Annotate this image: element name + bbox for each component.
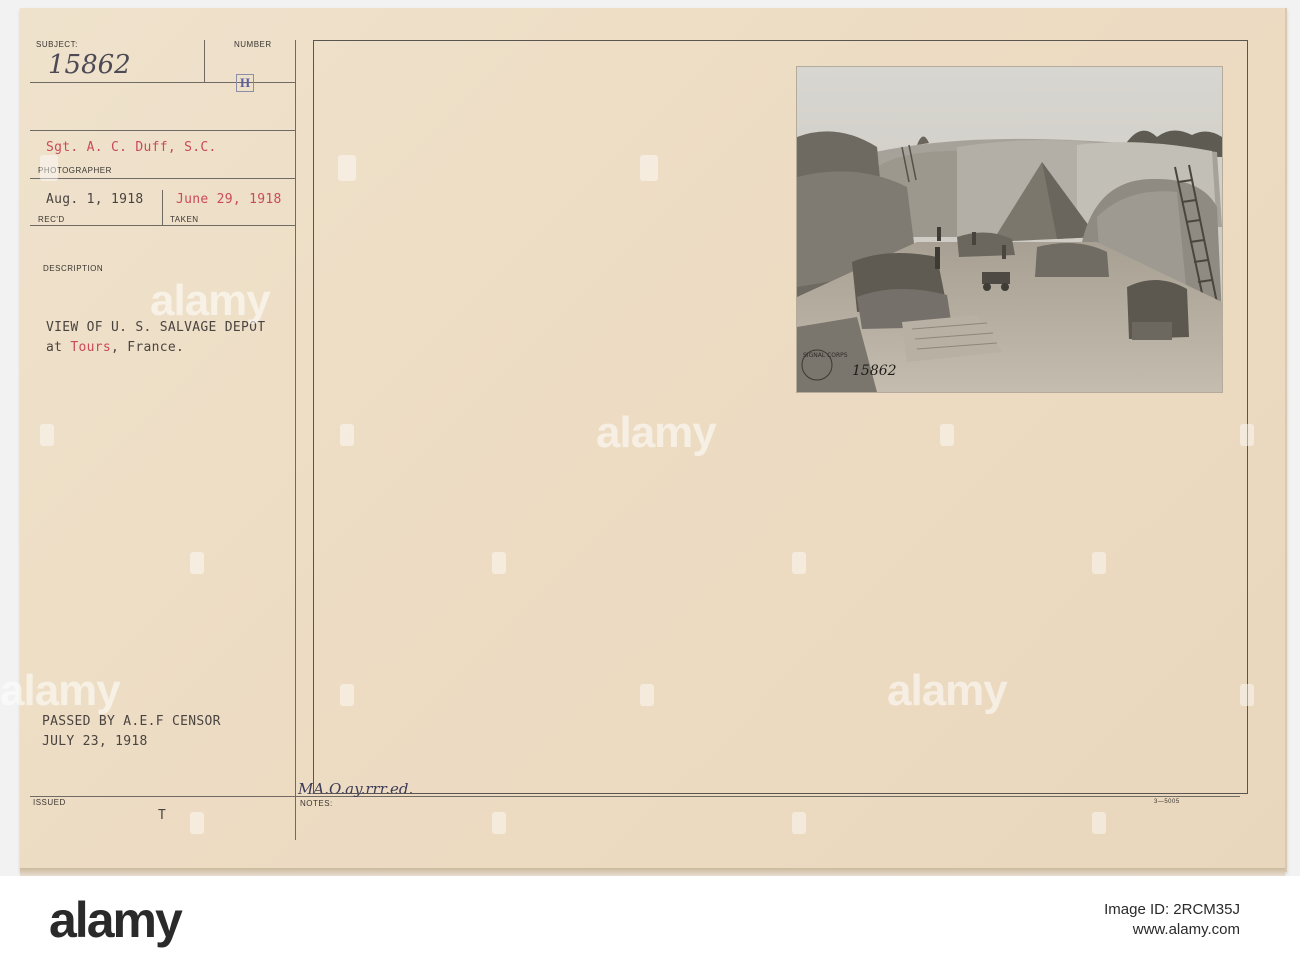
- photo-handwritten-number: 15862: [852, 363, 897, 379]
- footer-image-info: Image ID: 2RCM35J www.alamy.com: [1104, 900, 1240, 940]
- watermark-mark: [940, 424, 954, 446]
- rule-subject: [30, 82, 295, 83]
- subject-value: 15862: [48, 50, 131, 80]
- photographer-name: Sgt. A. C. Duff, S.C.: [46, 140, 217, 155]
- watermark: alamy: [150, 276, 271, 325]
- taken-label: TAKEN: [170, 215, 199, 224]
- description-prefix: at: [46, 340, 71, 355]
- watermark-mark: [492, 812, 506, 834]
- watermark-mark: [640, 684, 654, 706]
- description-line-2: at Tours, France.: [46, 340, 184, 355]
- watermark-mark: [792, 552, 806, 574]
- rule-photographer: [30, 178, 295, 179]
- censor-line-2: JULY 23, 1918: [42, 734, 148, 749]
- watermark-mark: [492, 552, 506, 574]
- watermark-mark: [340, 424, 354, 446]
- received-date: Aug. 1, 1918: [46, 192, 144, 207]
- footer-site: www.alamy.com: [1132, 921, 1240, 938]
- rule-subject-divider: [204, 40, 205, 82]
- rule-dates-divider: [162, 190, 163, 225]
- subject-label: SUBJECT:: [36, 40, 78, 49]
- watermark: alamy: [596, 408, 717, 457]
- issued-value: T: [158, 808, 167, 823]
- form-number: 3—5005: [1154, 799, 1180, 805]
- censor-line-1: PASSED BY A.E.F CENSOR: [42, 714, 221, 729]
- description-country: , France.: [111, 340, 185, 355]
- rule-column-divider: [295, 40, 296, 840]
- watermark-mark: [338, 155, 356, 181]
- photo-scene: SIGNAL CORPS 15862: [797, 67, 1222, 392]
- footer-image-id: Image ID: 2RCM35J: [1104, 901, 1240, 918]
- issued-label: ISSUED: [33, 798, 66, 807]
- watermark-mark: [40, 155, 58, 181]
- watermark-mark: [190, 552, 204, 574]
- notes-label: NOTES:: [300, 799, 333, 808]
- taken-date: June 29, 1918: [176, 192, 282, 207]
- watermark-mark: [1240, 424, 1254, 446]
- watermark-mark: [190, 812, 204, 834]
- stage: SUBJECT: 15862 NUMBER H Sgt. A. C. Duff,…: [0, 0, 1300, 965]
- rule-photographer-top: [30, 130, 295, 131]
- watermark: alamy: [0, 666, 121, 715]
- rule-dates: [30, 225, 295, 226]
- watermark-mark: [1240, 684, 1254, 706]
- watermark-mark: [640, 155, 658, 181]
- watermark-mark: [1092, 552, 1106, 574]
- card-edge: [20, 868, 1285, 876]
- description-label: DESCRIPTION: [43, 264, 104, 273]
- number-label: NUMBER: [234, 40, 272, 49]
- depot-photograph: SIGNAL CORPS 15862: [797, 67, 1222, 392]
- watermark-mark: [40, 424, 54, 446]
- received-label: REC'D: [38, 215, 65, 224]
- watermark: alamy: [887, 666, 1008, 715]
- footer-logo: alamy: [49, 892, 183, 948]
- description-city: Tours: [70, 340, 112, 355]
- footer-bar: alamy Image ID: 2RCM35J www.alamy.com: [0, 876, 1300, 965]
- photo-stamp: SIGNAL CORPS: [803, 352, 848, 359]
- rule-notes: [30, 796, 1240, 797]
- watermark-mark: [792, 812, 806, 834]
- number-value: H: [236, 74, 254, 92]
- watermark-mark: [1092, 812, 1106, 834]
- watermark-mark: [340, 684, 354, 706]
